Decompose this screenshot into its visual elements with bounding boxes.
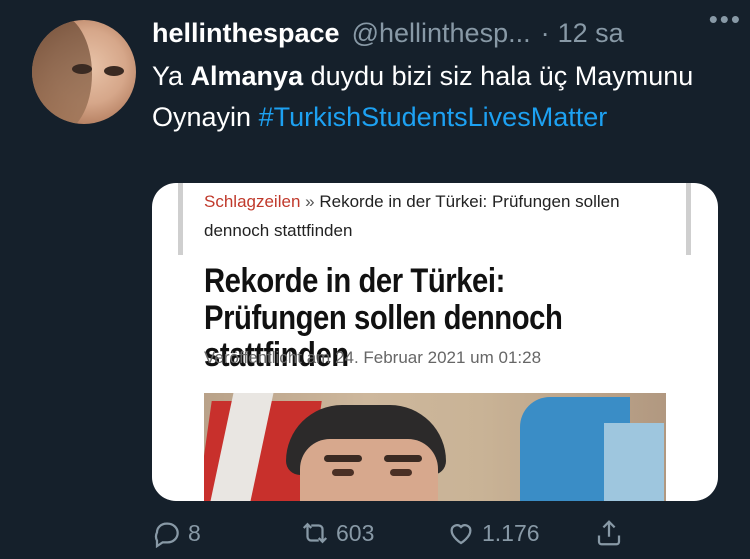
like-count: 1.176 (482, 519, 540, 546)
article-photo (204, 393, 666, 501)
tweet-actions: 8 603 1.176 (152, 515, 652, 551)
hashtag-link[interactable]: #TurkishStudentsLivesMatter (259, 102, 608, 132)
tweet-text-bold: Almanya (190, 61, 304, 91)
reply-icon (154, 522, 179, 548)
tweet-text-part: Ya (152, 61, 191, 91)
avatar-eye (104, 66, 124, 76)
person-eye (390, 469, 412, 476)
more-dots-icon[interactable]: ••• (709, 6, 742, 32)
tweet-text: Ya Almanya duydu bizi siz hala üç Maymun… (152, 56, 732, 138)
card-border-left (178, 183, 183, 255)
avatar[interactable] (32, 20, 136, 124)
display-name[interactable]: hellinthespace (152, 18, 340, 49)
share-button[interactable] (594, 515, 624, 551)
tweet-text-part: duydu bizi siz hala üç Maymunu (303, 61, 694, 91)
heart-icon (450, 524, 472, 545)
tweet-time[interactable]: 12 sa (558, 18, 624, 49)
card-border-right (686, 183, 691, 255)
person-brow (324, 455, 362, 462)
tweet-text-part: Oynayin (152, 102, 259, 132)
tweet[interactable]: hellinthespace @hellinthesp... · 12 sa •… (0, 0, 750, 559)
avatar-eye (72, 64, 92, 74)
reply-button[interactable]: 8 (152, 515, 201, 551)
publish-date: Veröffentlicht am 24. Februar 2021 um 01… (204, 348, 542, 367)
reply-count: 8 (188, 519, 201, 546)
breadcrumb: Schlagzeilen » Rekorde in der Türkei: Pr… (204, 187, 674, 245)
person-face (300, 439, 438, 501)
person-brow (384, 455, 422, 462)
retweet-count: 603 (336, 519, 375, 546)
share-icon (597, 520, 621, 546)
tweet-header: hellinthespace @hellinthesp... · 12 sa (152, 16, 730, 50)
header-separator: · (540, 17, 550, 48)
media-card[interactable]: Schlagzeilen » Rekorde in der Türkei: Pr… (152, 183, 718, 501)
flag-blue-light (604, 423, 664, 501)
retweet-icon (302, 522, 328, 544)
breadcrumb-link: Schlagzeilen (204, 192, 301, 211)
breadcrumb-separator: » (305, 192, 315, 211)
user-handle[interactable]: @hellinthesp... (352, 18, 531, 49)
like-button[interactable]: 1.176 (446, 515, 540, 551)
person-eye (332, 469, 354, 476)
retweet-button[interactable]: 603 (300, 515, 374, 551)
